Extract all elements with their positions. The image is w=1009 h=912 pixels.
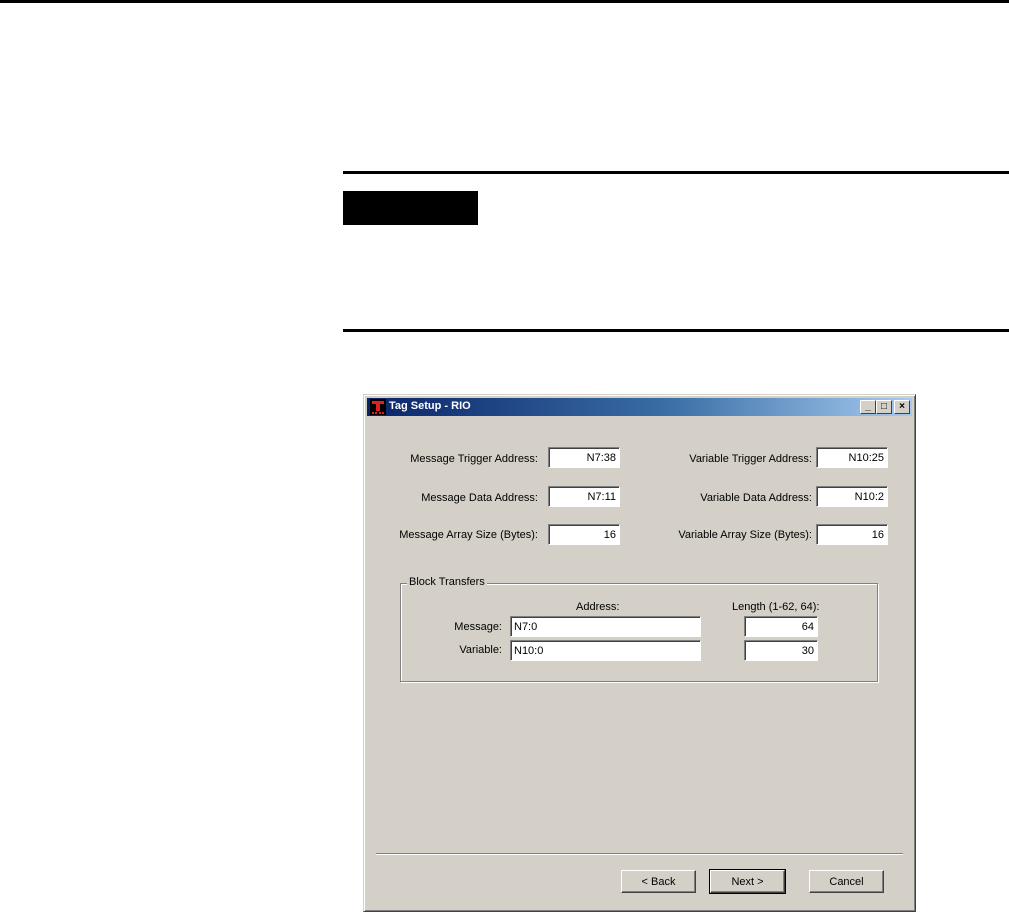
block-message-length-input[interactable] bbox=[744, 616, 818, 637]
variable-array-size-label: Variable Array Size (Bytes): bbox=[678, 529, 812, 541]
maximize-icon: □ bbox=[880, 401, 888, 412]
variable-trigger-address-label: Variable Trigger Address: bbox=[689, 453, 812, 465]
message-trigger-address-input[interactable] bbox=[548, 447, 620, 468]
close-button[interactable]: × bbox=[894, 400, 910, 414]
block-variable-label: Variable: bbox=[459, 644, 502, 656]
close-icon: × bbox=[899, 401, 905, 412]
block-transfers-title: Block Transfers bbox=[407, 576, 487, 588]
variable-data-address-input[interactable] bbox=[816, 486, 888, 507]
minimize-icon: _ bbox=[865, 401, 871, 412]
maximize-button[interactable]: □ bbox=[876, 400, 892, 414]
block-variable-address-input[interactable] bbox=[510, 640, 701, 661]
cancel-button[interactable]: Cancel bbox=[809, 870, 884, 893]
variable-trigger-address-input[interactable] bbox=[816, 447, 888, 468]
tag-setup-dialog: Tag Setup - RIO _ □ × Message Trigger Ad… bbox=[363, 394, 916, 912]
block-variable-length-input[interactable] bbox=[744, 640, 818, 661]
block-message-address-input[interactable] bbox=[510, 616, 701, 637]
callout-bottom-rule bbox=[343, 329, 1009, 332]
minimize-button[interactable]: _ bbox=[860, 400, 876, 414]
length-header: Length (1-62, 64): bbox=[732, 601, 820, 613]
address-header: Address: bbox=[576, 601, 620, 613]
variable-data-address-label: Variable Data Address: bbox=[700, 492, 812, 504]
message-trigger-address-label: Message Trigger Address: bbox=[410, 453, 538, 465]
message-data-address-label: Message Data Address: bbox=[421, 492, 538, 504]
back-button[interactable]: < Back bbox=[621, 870, 696, 893]
callout-label-box bbox=[343, 191, 478, 225]
variable-array-size-input[interactable] bbox=[816, 524, 888, 545]
block-message-label: Message: bbox=[454, 621, 502, 633]
message-array-size-input[interactable] bbox=[548, 524, 620, 545]
top-page-rule bbox=[0, 0, 1009, 3]
title-bar[interactable]: Tag Setup - RIO _ □ × bbox=[367, 398, 912, 416]
next-button[interactable]: Next > bbox=[709, 869, 786, 894]
button-separator bbox=[376, 853, 903, 855]
app-icon bbox=[370, 399, 386, 415]
callout-top-rule bbox=[343, 171, 1009, 174]
window-title: Tag Setup - RIO bbox=[389, 400, 471, 412]
message-array-size-label: Message Array Size (Bytes): bbox=[399, 529, 538, 541]
message-data-address-input[interactable] bbox=[548, 486, 620, 507]
